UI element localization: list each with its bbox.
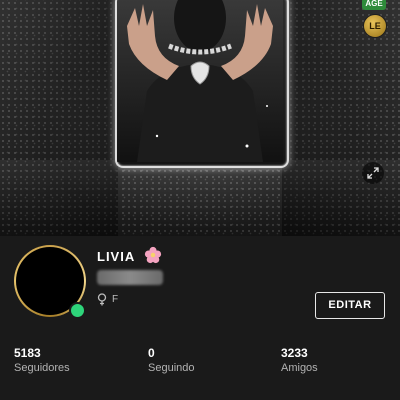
age-badge: AGE (362, 0, 386, 10)
banner-photo[interactable] (115, 0, 289, 168)
expand-icon (367, 167, 379, 179)
stat-label: Seguindo (148, 362, 195, 374)
stat-label: Amigos (281, 362, 318, 374)
edit-profile-button[interactable]: EDITAR (315, 292, 385, 319)
profile-name: LIVIA (97, 249, 136, 264)
gender-info: F (97, 293, 118, 306)
stat-friends[interactable]: 3233 Amigos (281, 346, 318, 374)
banner-floor (0, 160, 400, 236)
stat-value: 5183 (14, 346, 41, 360)
stat-followers[interactable]: 5183 Seguidores (14, 346, 70, 374)
female-icon (97, 293, 107, 306)
profile-handle-hidden (97, 270, 163, 285)
expand-banner-button[interactable] (362, 162, 384, 184)
profile-stats: 5183 Seguidores 0 Seguindo 3233 Amigos (0, 346, 400, 380)
level-badge[interactable]: LE (363, 14, 387, 38)
online-status-dot (69, 302, 86, 319)
banner-photo-image (117, 0, 283, 162)
stat-value: 3233 (281, 346, 308, 360)
profile-banner[interactable]: AGE LE (0, 0, 400, 236)
flower-icon (144, 246, 162, 264)
stat-following[interactable]: 0 Seguindo (148, 346, 195, 374)
stat-value: 0 (148, 346, 155, 360)
gender-label: F (112, 294, 119, 305)
stat-label: Seguidores (14, 362, 70, 374)
profile-screen: AGE LE LIVIA F EDITAR 5183 Seguidores 0 … (0, 0, 400, 400)
